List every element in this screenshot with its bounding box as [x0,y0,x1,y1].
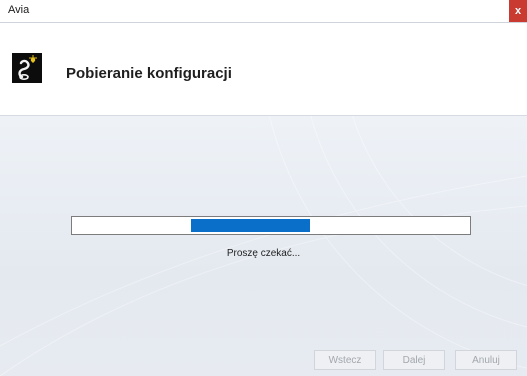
next-button[interactable]: Dalej [383,350,445,370]
title-bar[interactable]: Avia x [0,0,527,23]
window-title: Avia [8,4,30,16]
background-decoration [0,116,527,376]
cancel-button-label: Anuluj [472,354,500,366]
back-button-label: Wstecz [328,354,362,366]
status-text: Proszę czekać... [226,248,301,259]
progress-fill [191,219,310,232]
avia-logo-icon [12,53,42,83]
close-button[interactable]: x [509,0,527,22]
next-button-label: Dalej [402,354,426,366]
page-title: Pobieranie konfiguracji [66,65,232,82]
wizard-content: Proszę czekać... Wstecz Dalej Anuluj [0,116,527,376]
back-button[interactable]: Wstecz [314,350,376,370]
close-icon: x [514,5,522,17]
cancel-button[interactable]: Anuluj [455,350,517,370]
wizard-header: Pobieranie konfiguracji [0,23,527,116]
installer-window: Avia x Pobieranie konfiguracji Proszę cz… [0,0,527,376]
download-progress-bar [71,216,471,235]
